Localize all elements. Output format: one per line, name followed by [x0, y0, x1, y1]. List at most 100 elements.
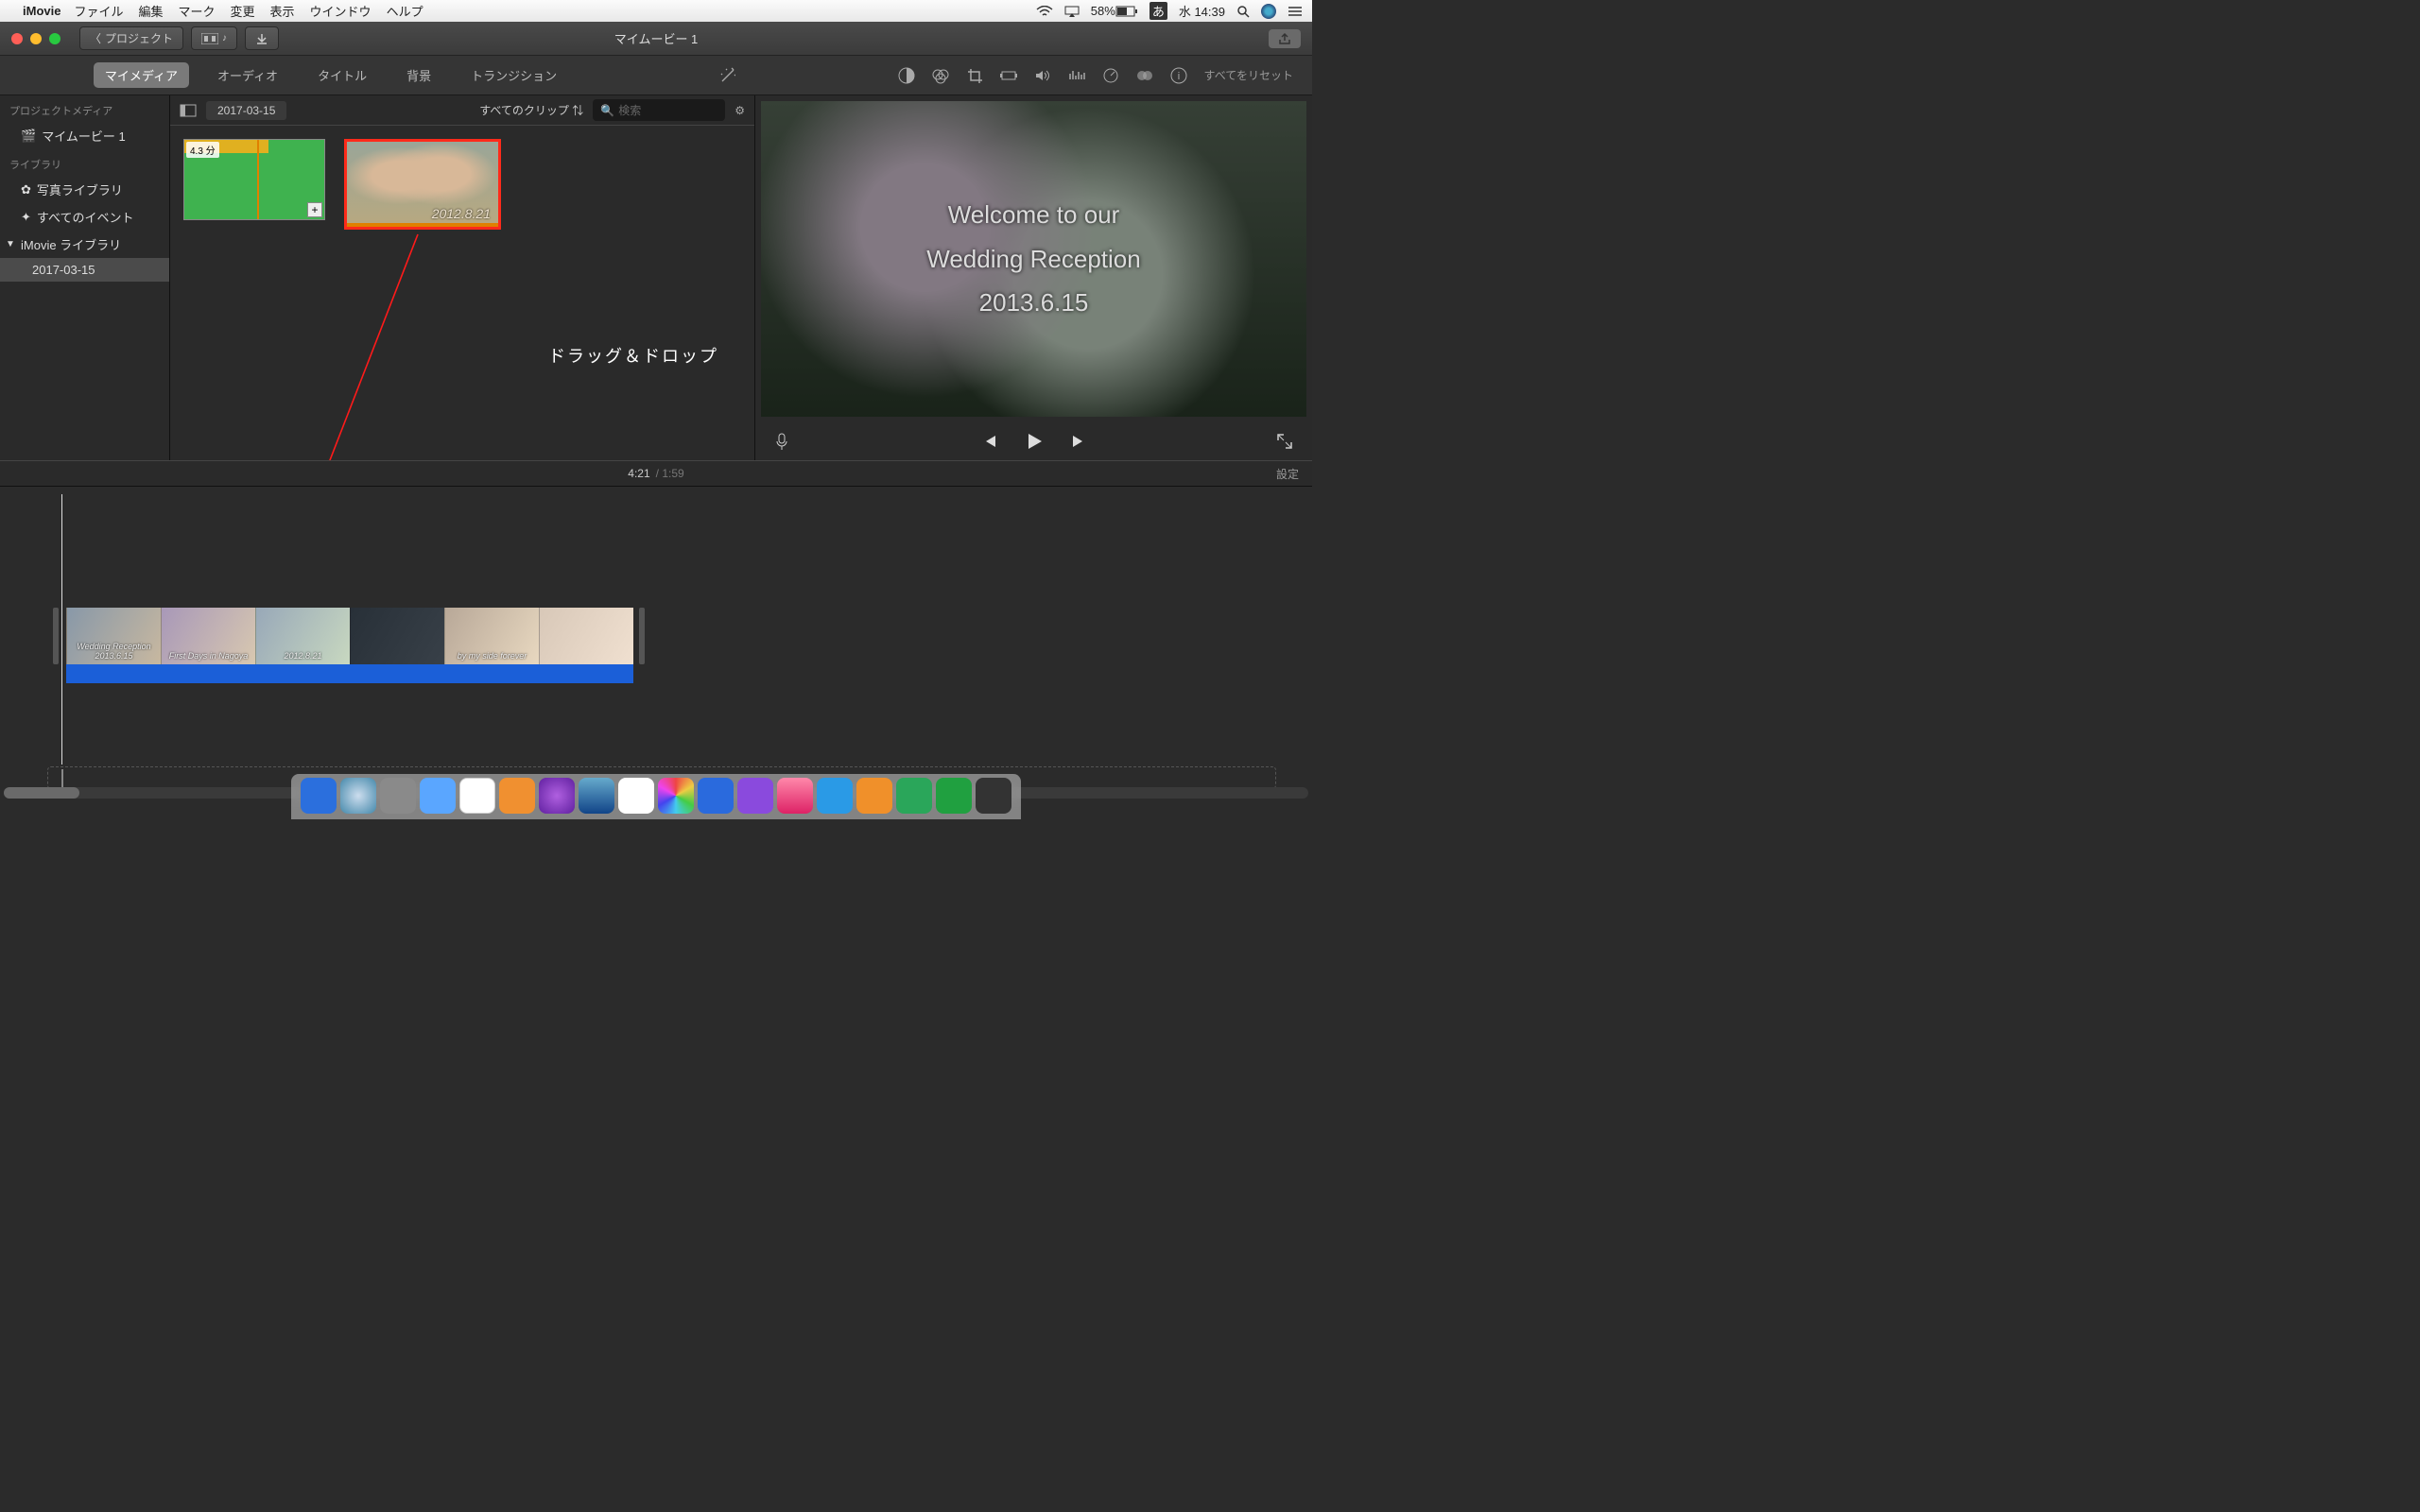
- media-clip-project[interactable]: 4.3 分 +: [183, 139, 325, 220]
- dock-app[interactable]: [856, 778, 892, 814]
- stabilization-icon[interactable]: [1000, 67, 1017, 84]
- info-icon[interactable]: i: [1170, 67, 1187, 84]
- import-button[interactable]: [245, 26, 279, 50]
- media-clip-selected[interactable]: 2012.8.21: [344, 139, 501, 230]
- tab-transitions[interactable]: トランジション: [459, 62, 568, 88]
- zoom-slider[interactable]: [1161, 472, 1246, 475]
- video-viewer[interactable]: Welcome to our Wedding Reception 2013.6.…: [761, 101, 1306, 417]
- menu-file[interactable]: ファイル: [74, 2, 123, 20]
- noise-reduction-icon[interactable]: [1068, 67, 1085, 84]
- timeline-playhead[interactable]: [61, 494, 62, 765]
- dock-app[interactable]: [499, 778, 535, 814]
- sidebar-item-imovie-library[interactable]: ▼iMovie ライブラリ: [0, 231, 169, 258]
- timeline-frame[interactable]: [350, 608, 444, 664]
- timeline[interactable]: Wedding Reception 2013.6.15 First Days i…: [0, 487, 1312, 802]
- zoom-button[interactable]: [49, 33, 60, 44]
- menu-view[interactable]: 表示: [270, 2, 295, 20]
- speed-icon[interactable]: [1102, 67, 1119, 84]
- dock-app[interactable]: [618, 778, 654, 814]
- dock-app[interactable]: [896, 778, 932, 814]
- project-title: マイムービー 1: [614, 29, 699, 47]
- dock-app[interactable]: [737, 778, 773, 814]
- timeline-frame[interactable]: by my side forever: [444, 608, 539, 664]
- menu-help[interactable]: ヘルプ: [387, 2, 424, 20]
- clock[interactable]: 水 14:39: [1179, 2, 1225, 20]
- flower-icon: ✿: [21, 182, 31, 198]
- dock-app[interactable]: [301, 778, 337, 814]
- timeline-frame[interactable]: First Days in Nagoya: [161, 608, 255, 664]
- browser-settings-icon[interactable]: ⚙: [735, 104, 745, 117]
- dock-app[interactable]: [658, 778, 694, 814]
- fullscreen-icon[interactable]: [1276, 433, 1293, 450]
- color-correction-icon[interactable]: [932, 67, 949, 84]
- clip-handle-right[interactable]: [639, 608, 645, 664]
- tab-audio[interactable]: オーディオ: [206, 62, 289, 88]
- play-button[interactable]: [1024, 431, 1045, 452]
- notification-center-icon[interactable]: [1288, 6, 1303, 17]
- sidebar-item-photo-library[interactable]: ✿写真ライブラリ: [0, 176, 169, 203]
- siri-icon[interactable]: [1261, 4, 1276, 19]
- next-button[interactable]: [1071, 433, 1088, 450]
- timeline-frame[interactable]: 2012.8.21: [255, 608, 350, 664]
- tab-backgrounds[interactable]: 背景: [395, 62, 442, 88]
- share-button[interactable]: [1269, 29, 1301, 48]
- clip-filter-dropdown[interactable]: すべてのクリップ ⇅: [479, 102, 583, 118]
- wifi-icon[interactable]: [1036, 6, 1053, 17]
- traffic-lights: [11, 33, 60, 44]
- sidebar-toggle-icon[interactable]: [180, 104, 197, 117]
- battery-status[interactable]: 58%: [1091, 4, 1138, 18]
- menu-mark[interactable]: マーク: [179, 2, 216, 20]
- dock-app[interactable]: [380, 778, 416, 814]
- clip-filter-icon[interactable]: [1136, 67, 1153, 84]
- ime-indicator[interactable]: あ: [1150, 2, 1167, 20]
- dock-app[interactable]: [579, 778, 614, 814]
- dock-app[interactable]: [459, 778, 495, 814]
- dock-app[interactable]: [976, 778, 1011, 814]
- theater-button[interactable]: ♪: [191, 26, 237, 50]
- timeline-frame[interactable]: Wedding Reception 2013.6.15: [66, 608, 161, 664]
- dock-app[interactable]: [936, 778, 972, 814]
- enhance-wand-icon[interactable]: [718, 67, 735, 84]
- disclosure-triangle-icon[interactable]: ▼: [6, 239, 15, 249]
- tab-my-media[interactable]: マイメディア: [94, 62, 189, 88]
- dock-app[interactable]: [420, 778, 456, 814]
- close-button[interactable]: [11, 33, 23, 44]
- clip-handle-left[interactable]: [53, 608, 59, 664]
- sidebar-item-project[interactable]: 🎬マイムービー 1: [0, 122, 169, 149]
- current-time: 4:21: [628, 467, 649, 480]
- tab-titles[interactable]: タイトル: [306, 62, 378, 88]
- search-field[interactable]: 🔍検索: [593, 99, 725, 121]
- reset-all-button[interactable]: すべてをリセット: [1204, 67, 1293, 83]
- clip-date-stamp: 2012.8.21: [432, 206, 491, 221]
- app-menu[interactable]: iMovie: [23, 4, 60, 18]
- event-date-label[interactable]: 2017-03-15: [206, 101, 286, 120]
- volume-icon[interactable]: [1034, 67, 1051, 84]
- spotlight-icon[interactable]: [1236, 5, 1250, 18]
- color-balance-icon[interactable]: [898, 67, 915, 84]
- dock-app[interactable]: [698, 778, 734, 814]
- sidebar-item-all-events[interactable]: ✦すべてのイベント: [0, 203, 169, 231]
- dock-app[interactable]: [340, 778, 376, 814]
- content-toolbar: マイメディア オーディオ タイトル 背景 トランジション i すべてをリセット: [0, 56, 1312, 95]
- clip-playhead[interactable]: [257, 140, 259, 219]
- voiceover-icon[interactable]: [774, 432, 789, 451]
- menu-window[interactable]: ウインドウ: [310, 2, 372, 20]
- sidebar-item-event[interactable]: 2017-03-15: [0, 258, 169, 282]
- crop-icon[interactable]: [966, 67, 983, 84]
- prev-button[interactable]: [980, 433, 997, 450]
- video-track[interactable]: Wedding Reception 2013.6.15 First Days i…: [66, 608, 633, 668]
- back-to-projects-button[interactable]: 〈プロジェクト: [79, 26, 183, 50]
- add-clip-button[interactable]: +: [307, 202, 322, 217]
- dock-app[interactable]: [777, 778, 813, 814]
- dock-app[interactable]: [817, 778, 853, 814]
- dock-app[interactable]: [539, 778, 575, 814]
- clip-duration-badge: 4.3 分: [186, 142, 219, 158]
- menu-modify[interactable]: 変更: [231, 2, 255, 20]
- minimize-button[interactable]: [30, 33, 42, 44]
- audio-track[interactable]: [66, 664, 633, 683]
- airplay-icon[interactable]: [1064, 6, 1080, 17]
- timeline-settings-button[interactable]: 設定: [1276, 466, 1299, 482]
- timeline-frame[interactable]: [539, 608, 633, 664]
- scrollbar-thumb[interactable]: [4, 787, 79, 799]
- menu-edit[interactable]: 編集: [138, 2, 163, 20]
